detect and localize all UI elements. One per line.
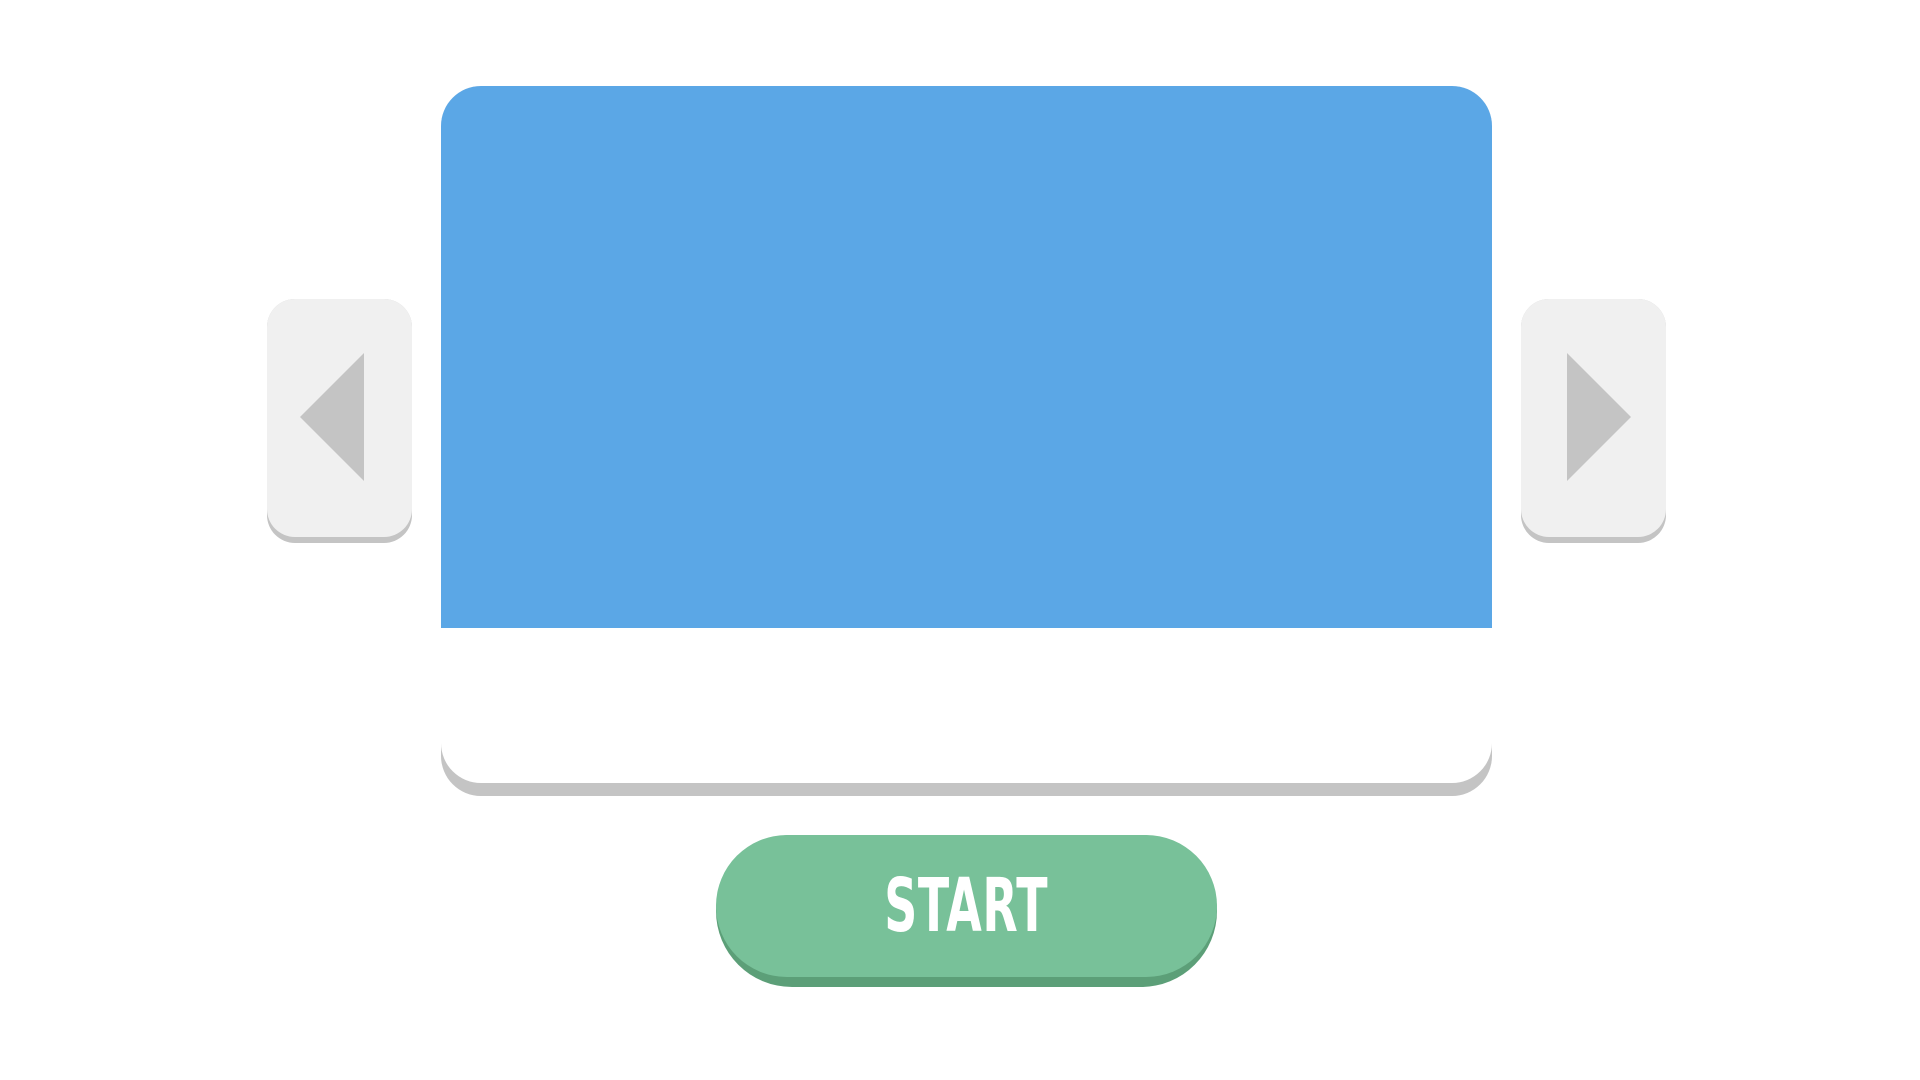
triangle-right-icon: [1567, 353, 1631, 481]
previous-level-button[interactable]: [267, 299, 412, 543]
start-button[interactable]: START: [716, 835, 1217, 987]
previous-level-button-face: [267, 299, 412, 537]
level-card[interactable]: [441, 86, 1492, 796]
level-select-screen: START: [0, 0, 1920, 1080]
start-button-face: START: [716, 835, 1217, 977]
triangle-left-icon: [300, 353, 364, 481]
level-card-face: [441, 86, 1492, 783]
level-preview-image: [441, 86, 1492, 628]
next-level-button[interactable]: [1521, 299, 1666, 543]
next-level-button-face: [1521, 299, 1666, 537]
level-caption: [441, 628, 1492, 783]
start-button-label: START: [884, 863, 1049, 949]
